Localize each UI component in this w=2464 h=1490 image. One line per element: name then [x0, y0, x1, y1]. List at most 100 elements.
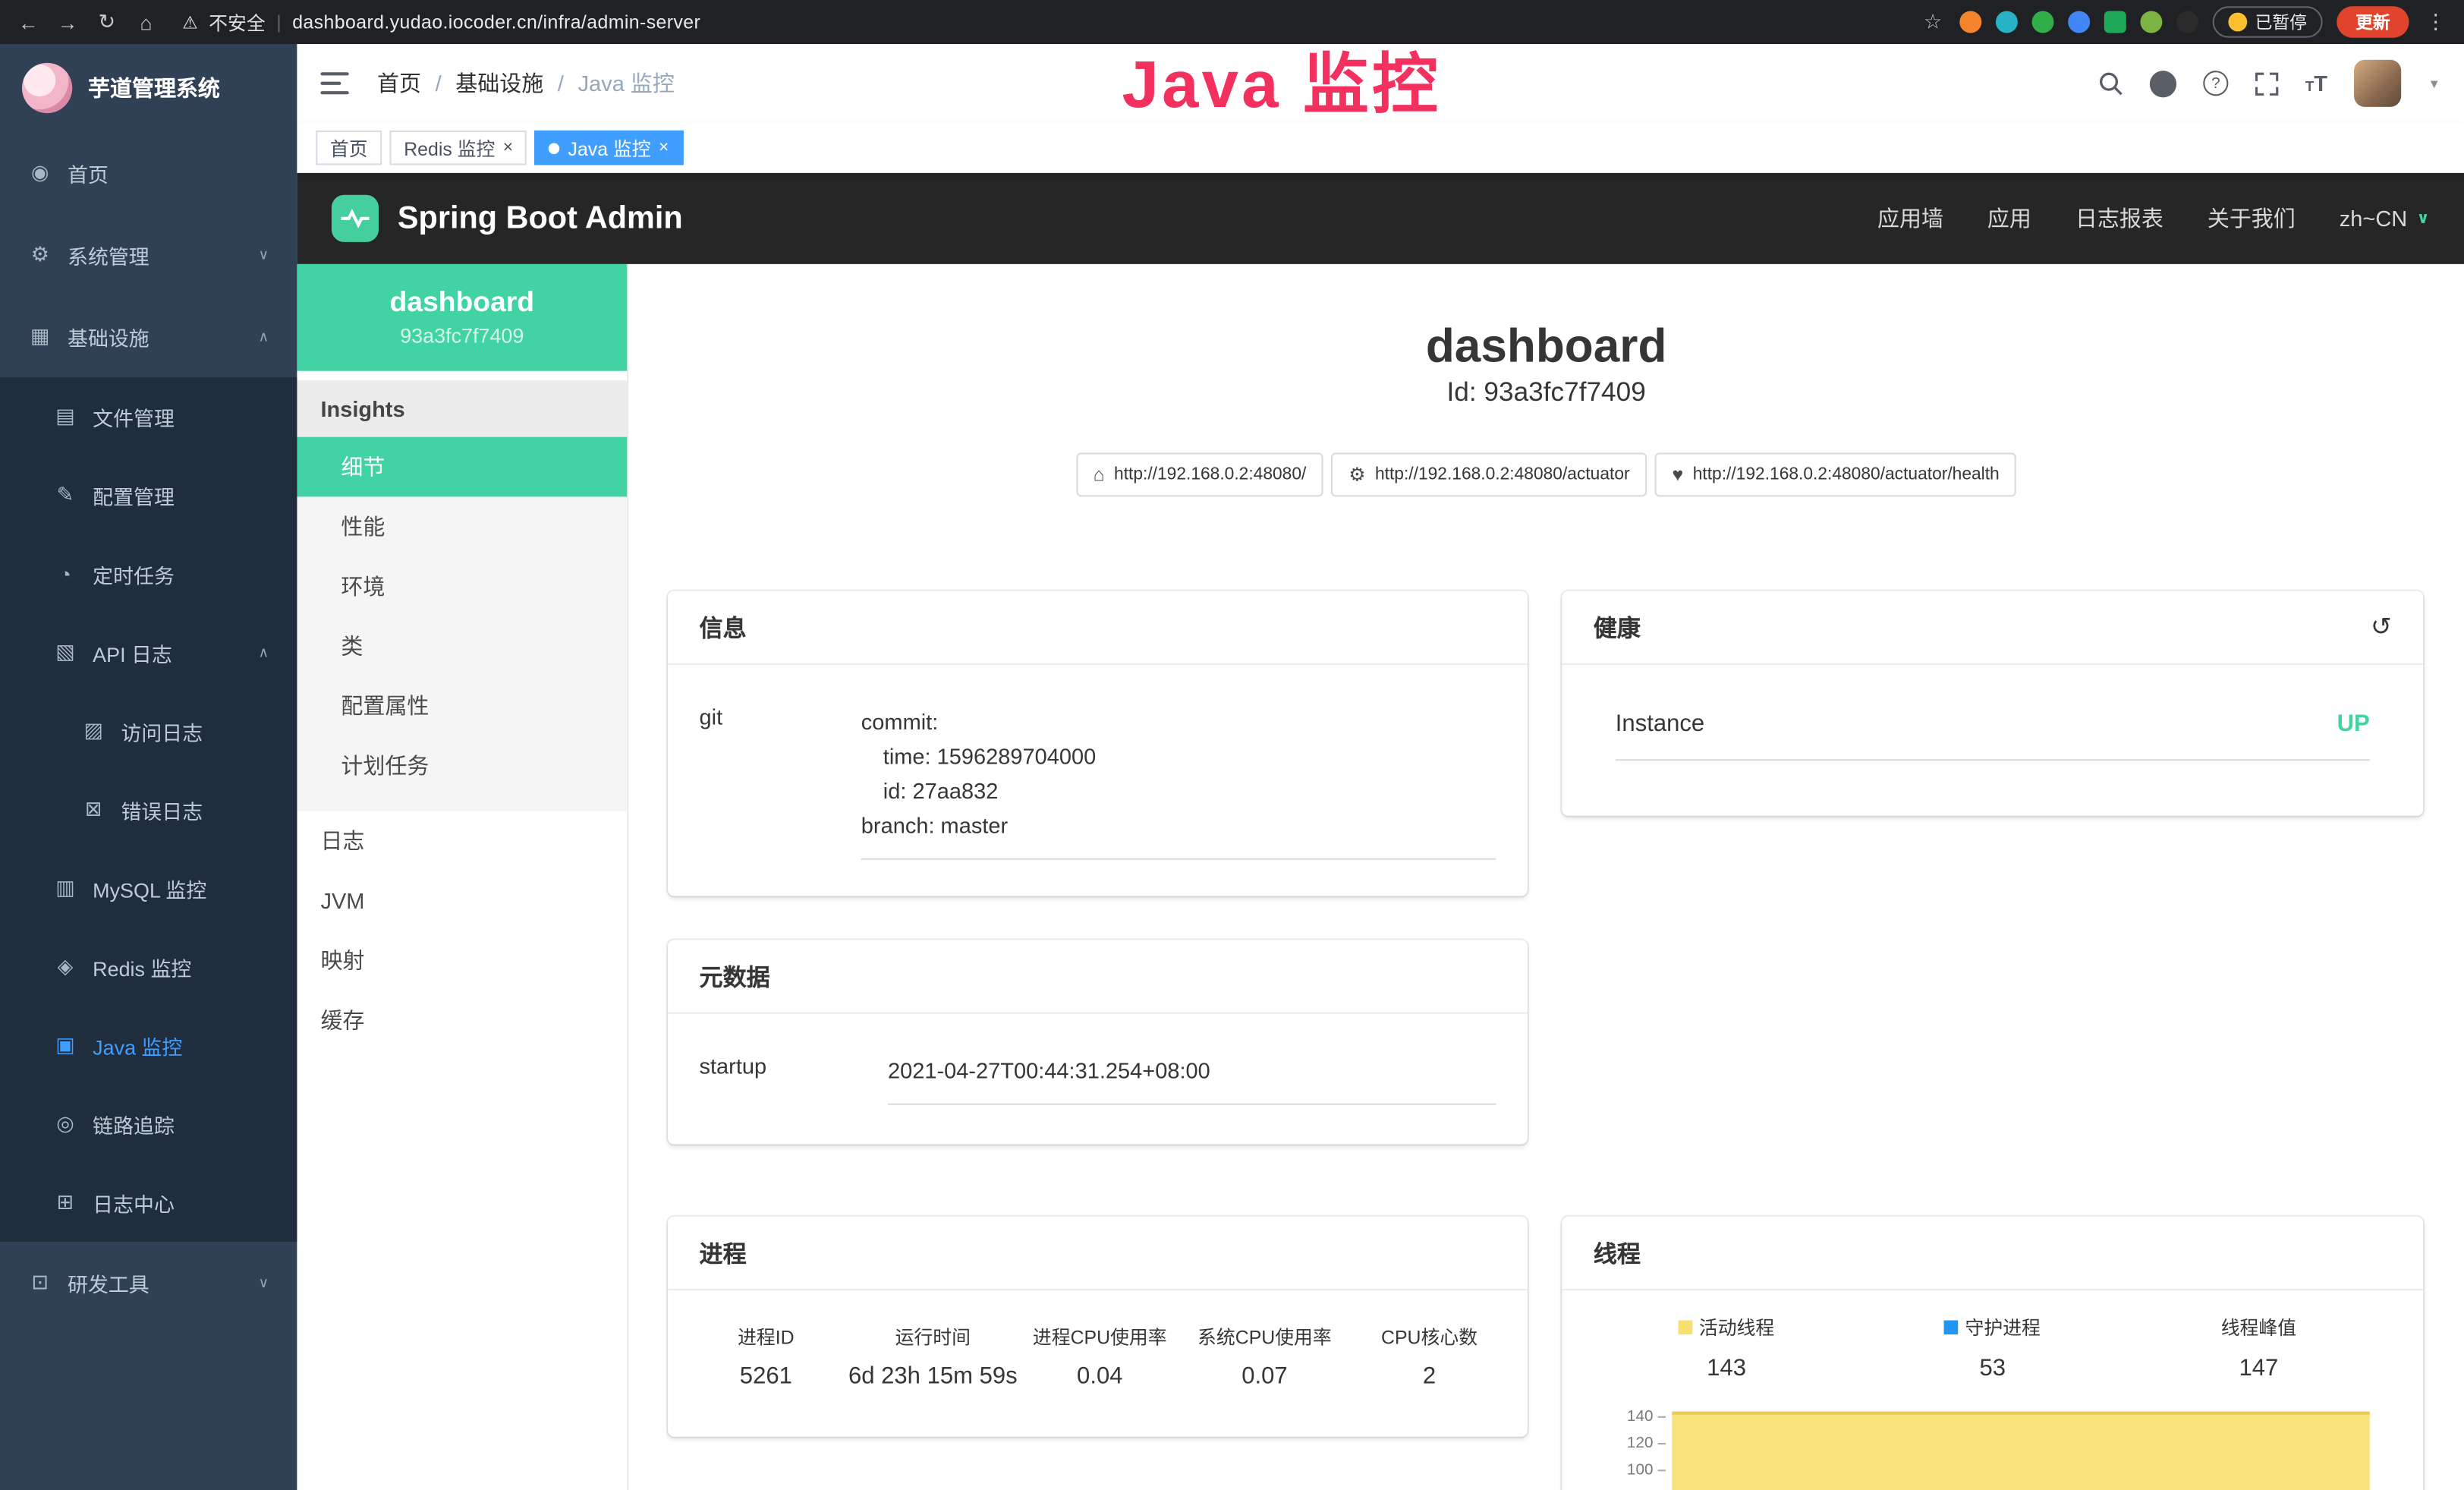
search-icon[interactable] — [2098, 71, 2123, 96]
sba-nav-wallboard[interactable]: 应用墙 — [1877, 203, 1943, 234]
paused-badge-label: 已暂停 — [2255, 9, 2307, 34]
sba-item-scheduled-tasks[interactable]: 计划任务 — [297, 736, 627, 795]
instance-actuator-link[interactable]: ⚙ http://192.168.0.2:48080/actuator — [1331, 452, 1647, 496]
history-icon[interactable]: ↺ — [2371, 612, 2392, 643]
sidebar-item-file-manage[interactable]: ▤ 文件管理 — [0, 377, 297, 456]
legend-text: 活动线程 — [1699, 1314, 1774, 1340]
tag-java-monitor[interactable]: Java 监控 × — [535, 131, 683, 165]
sba-locale-label: zh~CN — [2340, 206, 2407, 231]
sidebar-item-infrastructure[interactable]: ▦ 基础设施 ∧ — [0, 295, 297, 377]
address-divider: | — [276, 11, 281, 33]
sidebar-item-system[interactable]: ⚙ 系统管理 ∨ — [0, 214, 297, 296]
sba-item-environment[interactable]: 环境 — [297, 556, 627, 616]
sba-item-mappings[interactable]: 映射 — [297, 931, 627, 991]
sidebar-item-java-monitor[interactable]: ▣ Java 监控 — [0, 1006, 297, 1085]
sidebar-item-label: 基础设施 — [68, 321, 243, 351]
sidebar-item-label: 文件管理 — [93, 402, 269, 431]
sidebar-item-label: 访问日志 — [121, 716, 269, 745]
sba-item-jvm[interactable]: JVM — [297, 871, 627, 931]
sidebar-item-redis-monitor[interactable]: ◈ Redis 监控 — [0, 928, 297, 1006]
extension-icon-4[interactable] — [2068, 11, 2090, 33]
extension-icon-6[interactable] — [2140, 11, 2162, 33]
metadata-card-header: 元数据 — [668, 940, 1528, 1012]
breadcrumb-current: Java 监控 — [578, 68, 675, 99]
tag-home[interactable]: 首页 — [316, 131, 382, 165]
sba-item-config-props[interactable]: 配置属性 — [297, 676, 627, 736]
help-icon[interactable]: ? — [2203, 71, 2228, 96]
sidebar-item-access-log[interactable]: ▨ 访问日志 — [0, 691, 297, 770]
tracing-icon: ◎ — [53, 1111, 77, 1136]
sba-nav-applications[interactable]: 应用 — [1987, 203, 2031, 234]
process-table: 进程ID 5261 运行时间 6d 23h 15m 59s 进程CPU使用率 0… — [668, 1289, 1528, 1390]
legend-label: 活动线程 — [1594, 1314, 1860, 1340]
chevron-up-icon: ∧ — [258, 328, 269, 345]
metadata-key: startup — [700, 1053, 888, 1104]
sba-item-logs[interactable]: 日志 — [297, 811, 627, 871]
bookmark-star-icon[interactable]: ☆ — [1921, 9, 1946, 34]
sba-instance-header[interactable]: dashboard 93a3fc7f7409 — [297, 264, 627, 371]
sidebar-item-mysql-monitor[interactable]: ▥ MySQL 监控 — [0, 849, 297, 928]
metadata-row: startup 2021-04-27T00:44:31.254+08:00 — [668, 1013, 1528, 1105]
app-logo[interactable]: 芋道管理系统 — [0, 44, 297, 132]
sidebar-item-error-log[interactable]: ⊠ 错误日志 — [0, 770, 297, 849]
hamburger-icon[interactable] — [320, 72, 348, 94]
github-icon[interactable] — [2150, 70, 2176, 96]
reload-icon[interactable]: ↻ — [94, 9, 119, 34]
back-icon[interactable]: ← — [16, 10, 41, 33]
breadcrumb: 首页 / 基础设施 / Java 监控 — [377, 68, 675, 99]
sba-brand[interactable]: Spring Boot Admin — [332, 195, 683, 242]
sba-group-title: Insights — [297, 380, 627, 437]
chart-y-axis: 140 120 100 — [1594, 1403, 1666, 1484]
browser-home-icon[interactable]: ⌂ — [134, 10, 159, 33]
tag-redis-monitor[interactable]: Redis 监控 × — [390, 131, 527, 165]
sidebar-item-scheduled-jobs[interactable]: ◔ 定时任务 — [0, 534, 297, 613]
extension-icon-3[interactable] — [2032, 11, 2054, 33]
instance-home-link[interactable]: ⌂ http://192.168.0.2:48080/ — [1076, 452, 1323, 496]
sidebar-item-dev-tools[interactable]: ⊡ 研发工具 ∨ — [0, 1242, 297, 1324]
url-text[interactable]: dashboard.yudao.iocoder.cn/infra/admin-s… — [292, 11, 700, 33]
sidebar-item-tracing[interactable]: ◎ 链路追踪 — [0, 1085, 297, 1164]
font-size-icon[interactable]: TT — [2305, 71, 2327, 96]
update-button[interactable]: 更新 — [2337, 6, 2409, 37]
legend-daemon-threads: 守护进程 53 — [1859, 1314, 2126, 1381]
sba-item-metrics[interactable]: 性能 — [297, 496, 627, 556]
browser-menu-icon[interactable]: ⋮ — [2423, 9, 2448, 34]
close-icon[interactable]: × — [659, 138, 669, 157]
app-title: 芋道管理系统 — [88, 72, 220, 103]
info-line: time: 1596289704000 — [861, 739, 1496, 773]
instance-links: ⌂ http://192.168.0.2:48080/ ⚙ http://192… — [628, 452, 2464, 496]
paused-badge[interactable]: 已暂停 — [2213, 6, 2323, 37]
legend-value: 147 — [2126, 1355, 2392, 1381]
extension-icon-7[interactable] — [2176, 11, 2198, 33]
cell-value: 2 — [1347, 1362, 1512, 1389]
instance-health-link[interactable]: ♥ http://192.168.0.2:48080/actuator/heal… — [1655, 452, 2017, 496]
breadcrumb-infra[interactable]: 基础设施 — [455, 68, 543, 99]
sba-nav-about[interactable]: 关于我们 — [2208, 203, 2296, 234]
close-icon[interactable]: × — [503, 138, 513, 157]
sidebar-item-log-center[interactable]: ⊞ 日志中心 — [0, 1163, 297, 1242]
sidebar-item-home[interactable]: ◉ 首页 — [0, 132, 297, 214]
avatar-caret-icon[interactable]: ▼ — [2428, 76, 2440, 90]
breadcrumb-home[interactable]: 首页 — [377, 68, 421, 99]
threads-card-title: 线程 — [1594, 1236, 1641, 1269]
extension-icon-1[interactable] — [1959, 11, 1981, 33]
sba-locale-select[interactable]: zh~CN ∨ — [2340, 206, 2430, 231]
address-bar[interactable]: ⚠ 不安全 | dashboard.yudao.iocoder.cn/infra… — [182, 8, 700, 35]
sba-nav-journal[interactable]: 日志报表 — [2075, 203, 2163, 234]
fullscreen-icon[interactable] — [2255, 71, 2279, 95]
forward-icon[interactable]: → — [55, 10, 80, 33]
sba-item-classes[interactable]: 类 — [297, 616, 627, 676]
tag-label: Java 监控 — [568, 134, 651, 161]
sba-item-caches[interactable]: 缓存 — [297, 991, 627, 1051]
sidebar-item-api-log[interactable]: ▧ API 日志 ∧ — [0, 613, 297, 692]
infrastructure-submenu: ▤ 文件管理 ✎ 配置管理 ◔ 定时任务 ▧ API 日志 ∧ ▨ 访问日志 ⊠ — [0, 377, 297, 1242]
chevron-down-icon: ∨ — [2417, 209, 2430, 227]
user-avatar[interactable] — [2354, 60, 2401, 107]
error-log-icon: ⊠ — [82, 797, 105, 822]
sba-item-details[interactable]: 细节 — [297, 437, 627, 497]
page-subtitle: Id: 93a3fc7f7409 — [628, 377, 2464, 408]
sidebar-item-config-manage[interactable]: ✎ 配置管理 — [0, 456, 297, 535]
extension-icon-2[interactable] — [1996, 11, 2018, 33]
extension-icon-5[interactable] — [2104, 11, 2126, 33]
security-label[interactable]: 不安全 — [209, 8, 266, 35]
